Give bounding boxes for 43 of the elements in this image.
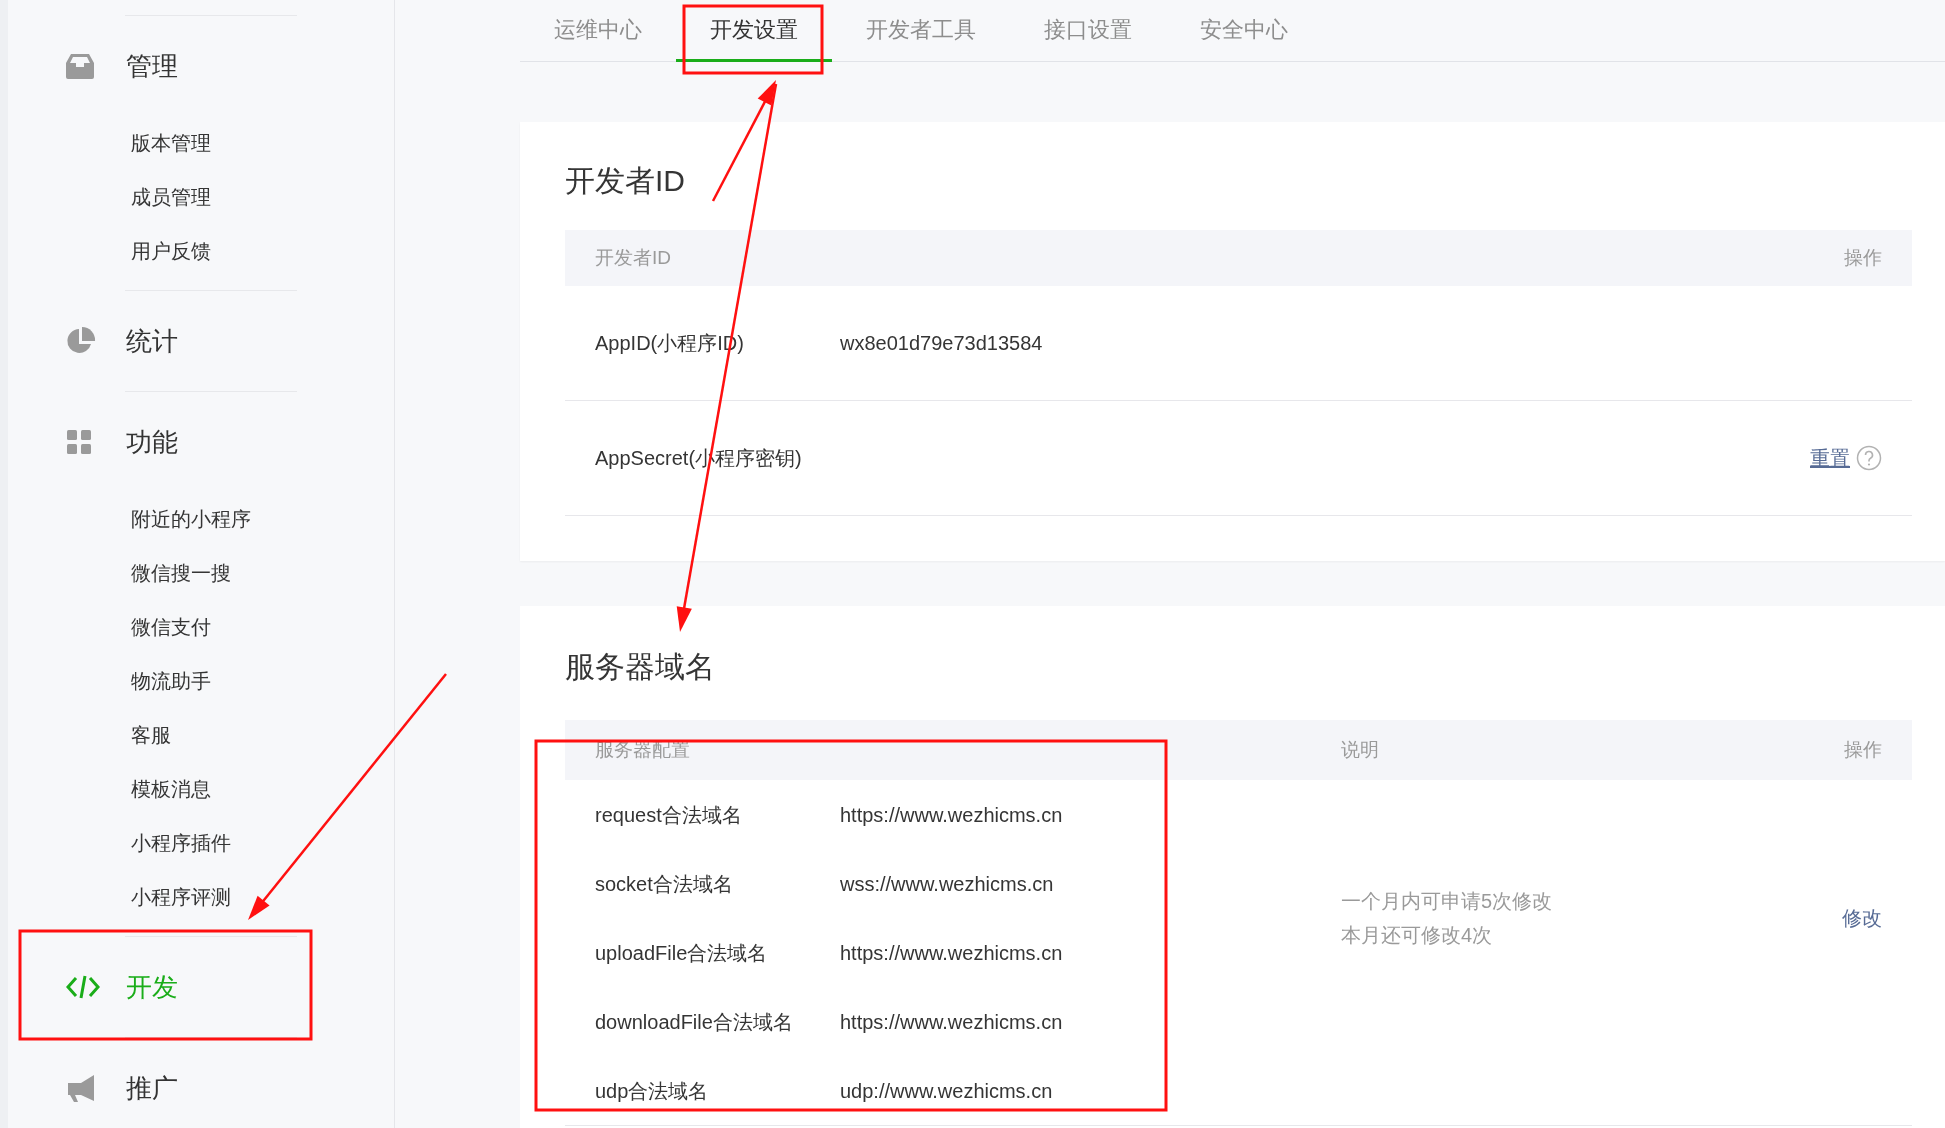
sidebar-item[interactable]: 微信支付 [131,600,211,654]
table-cell-text: https://www.wezhicms.cn [840,940,1063,966]
sidebar-item[interactable]: 版本管理 [131,116,211,170]
megaphone-icon [66,1073,96,1103]
section-title: 服务器域名 [565,648,716,685]
table-cell-text: https://www.wezhicms.cn [840,1009,1063,1035]
table-cell-text: wx8e01d79e73d13584 [840,331,1043,356]
column-header: 说明 [1341,737,1379,762]
reset-link[interactable]: 重置 [1810,443,1850,473]
table-cell-text: wss://www.wezhicms.cn [840,871,1054,897]
tab[interactable]: 开发设置 [676,0,832,62]
sidebar-group[interactable]: 管理 [8,16,394,116]
table-cell-text: udp://www.wezhicms.cn [840,1078,1053,1104]
table-cell-text: request合法域名 [595,802,743,828]
sidebar-item[interactable]: 微信搜一搜 [131,546,231,600]
sidebar-item[interactable]: 物流助手 [131,654,211,708]
table-cell-text: downloadFile合法域名 [595,1009,794,1035]
section-title: 开发者ID [565,162,686,199]
sidebar-item[interactable]: 附近的小程序 [131,492,251,546]
sidebar-item[interactable]: 模板消息 [131,762,211,816]
help-icon[interactable] [1856,445,1882,471]
sidebar-item[interactable]: 小程序评测 [131,870,231,924]
sidebar-item[interactable]: 用户反馈 [131,224,211,278]
grid-icon [66,429,92,455]
inbox-icon [66,53,94,79]
sidebar-item[interactable]: 小程序插件 [131,816,231,870]
column-header: 操作 [1844,245,1882,270]
code-icon [66,974,100,1000]
note-text: 本月还可修改4次 [1341,922,1494,948]
sidebar-group[interactable]: 统计 [8,291,394,391]
sidebar-item[interactable]: 客服 [131,708,171,762]
column-header: 操作 [1844,737,1882,762]
sidebar-item[interactable]: 成员管理 [131,170,211,224]
sidebar-group[interactable]: 推广 [8,1038,394,1128]
sidebar-group[interactable]: 功能 [8,392,394,492]
table-cell-text: socket合法域名 [595,871,734,897]
table-cell-text: https://www.wezhicms.cn [840,802,1063,828]
column-header: 开发者ID [595,245,671,270]
modify-link[interactable]: 修改 [1842,902,1882,933]
table-cell-text: udp合法域名 [595,1078,710,1104]
table-cell-text: uploadFile合法域名 [595,940,769,966]
pie-chart-icon [66,326,96,356]
note-text: 一个月内可申请5次修改 [1341,888,1553,914]
